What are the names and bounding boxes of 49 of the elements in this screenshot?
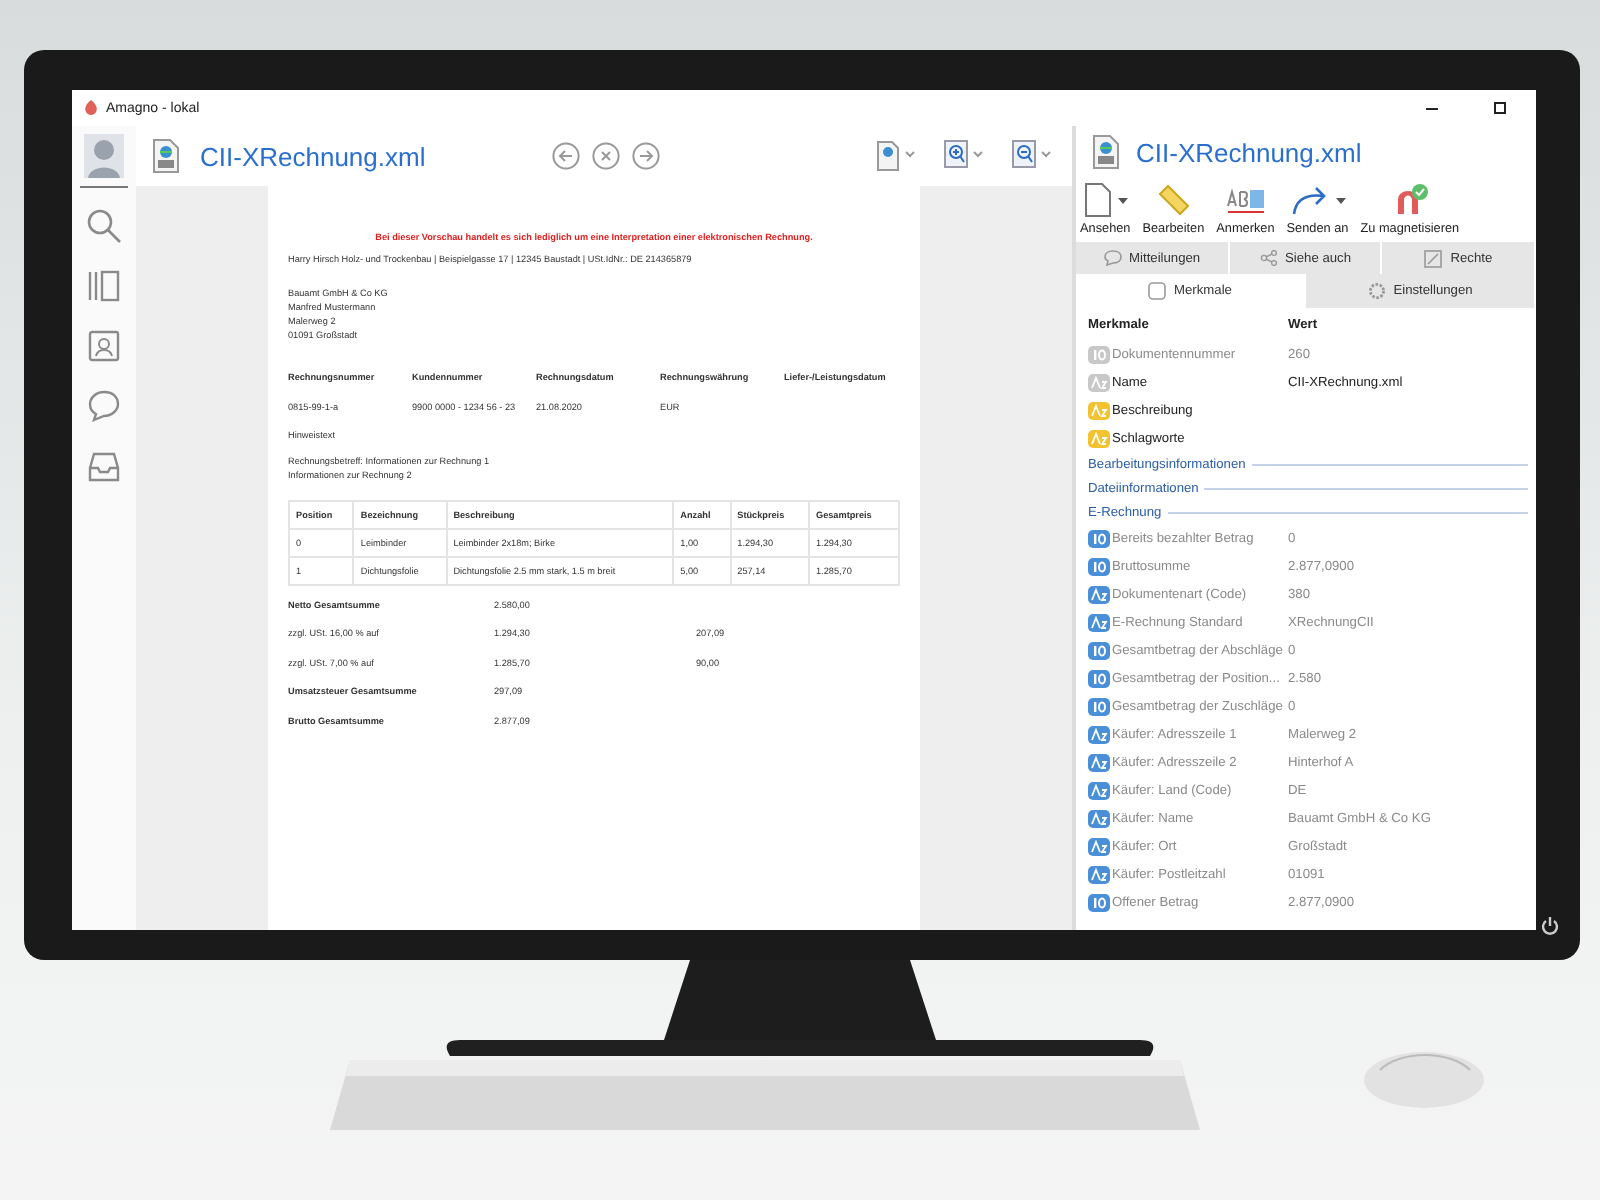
text-field-icon <box>1088 373 1110 391</box>
number-field-icon <box>1088 641 1110 659</box>
text-field-icon <box>1088 837 1110 855</box>
panels-icon[interactable] <box>86 268 122 304</box>
share-icon <box>1259 250 1277 266</box>
number-field-icon <box>1088 893 1110 911</box>
file-title: CII-XRechnung.xml <box>200 141 426 171</box>
curved-arrow-icon <box>1289 184 1330 216</box>
xml-file-icon <box>1092 134 1120 170</box>
pencil-icon <box>1155 182 1192 218</box>
zoom-out-button[interactable] <box>1012 140 1056 172</box>
number-field-icon <box>1088 557 1110 575</box>
inbox-icon[interactable] <box>86 448 122 484</box>
number-field-icon <box>1088 697 1110 715</box>
annotate-icon <box>1225 186 1266 214</box>
power-icon[interactable] <box>1540 916 1560 936</box>
speech-bubble-icon <box>1103 250 1122 266</box>
file-type-button[interactable] <box>876 140 920 172</box>
caret-icon <box>1117 197 1128 203</box>
number-field-icon <box>1088 529 1110 547</box>
number-field-icon <box>1088 669 1110 687</box>
search-icon[interactable] <box>86 208 122 244</box>
chat-bubble-icon[interactable] <box>86 388 122 424</box>
gear-icon <box>1367 282 1386 300</box>
tag-icon <box>1148 282 1167 300</box>
avatar-icon[interactable] <box>84 134 124 178</box>
back-button[interactable] <box>552 142 580 170</box>
forward-button[interactable] <box>632 142 660 170</box>
file-title: CII-XRechnung.xml <box>1136 137 1362 167</box>
text-field-icon <box>1088 809 1110 827</box>
caret-icon <box>1335 197 1346 203</box>
close-button[interactable] <box>592 142 620 170</box>
zoom-in-button[interactable] <box>944 140 988 172</box>
text-field-icon <box>1088 753 1110 771</box>
contact-card-icon[interactable] <box>86 328 122 364</box>
text-field-icon <box>1088 585 1110 603</box>
permissions-icon <box>1424 249 1443 267</box>
computer-mouse <box>1364 1052 1484 1108</box>
text-field-icon <box>1088 429 1110 447</box>
app-logo-icon <box>84 100 98 116</box>
text-field-icon <box>1088 725 1110 743</box>
text-field-icon <box>1088 613 1110 631</box>
text-field-icon <box>1088 865 1110 883</box>
page-icon <box>1083 182 1112 218</box>
text-field-icon <box>1088 781 1110 799</box>
number-field-icon <box>1088 345 1110 363</box>
text-field-icon <box>1088 401 1110 419</box>
xml-file-icon <box>152 138 180 174</box>
maximize-icon[interactable] <box>1492 100 1508 116</box>
